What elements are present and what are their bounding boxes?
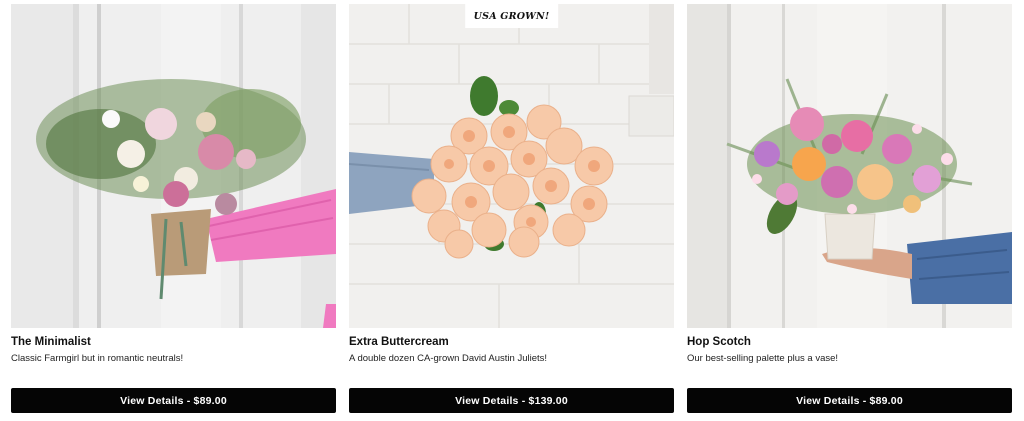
- product-title[interactable]: Extra Buttercream: [349, 336, 449, 348]
- product-image-extra-buttercream[interactable]: USA GROWN!: [349, 4, 674, 328]
- product-card-hop-scotch: Hop Scotch Our best-selling palette plus…: [687, 4, 1012, 416]
- usa-grown-badge: USA GROWN!: [464, 4, 559, 28]
- product-grid: The Minimalist Classic Farmgirl but in r…: [11, 4, 1012, 416]
- product-description: Classic Farmgirl but in romantic neutral…: [11, 353, 184, 364]
- view-details-button[interactable]: View Details - $89.00: [687, 388, 1012, 413]
- product-image-hop-scotch[interactable]: [687, 4, 1012, 328]
- product-image-the-minimalist[interactable]: [11, 4, 336, 328]
- view-details-button[interactable]: View Details - $139.00: [349, 388, 674, 413]
- view-details-button[interactable]: View Details - $89.00: [11, 388, 336, 413]
- product-description: A double dozen CA-grown David Austin Jul…: [349, 353, 548, 364]
- product-title[interactable]: The Minimalist: [11, 336, 91, 348]
- product-title[interactable]: Hop Scotch: [687, 336, 751, 348]
- product-card-the-minimalist: The Minimalist Classic Farmgirl but in r…: [11, 4, 336, 416]
- product-card-extra-buttercream: USA GROWN! Extra Buttercream A double do…: [349, 4, 674, 416]
- product-description: Our best-selling palette plus a vase!: [687, 353, 839, 364]
